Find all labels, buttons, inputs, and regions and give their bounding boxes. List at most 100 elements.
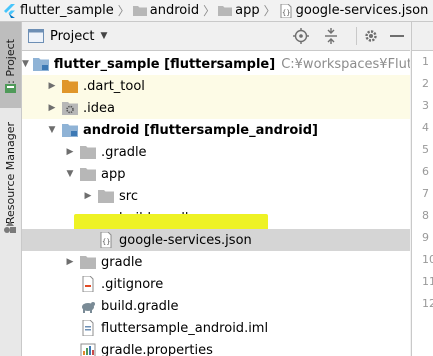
- breadcrumb-item-flutter-sample[interactable]: flutter_sample: [0, 0, 114, 21]
- breadcrumb-label: app: [235, 3, 260, 18]
- project-panel-header: Project ▼: [22, 22, 410, 51]
- breadcrumb-item-app[interactable]: app: [218, 0, 260, 21]
- tab-resource-manager-label: Resource Manager: [4, 121, 17, 225]
- locate-icon[interactable]: [292, 27, 310, 45]
- tree-item-label: .dart_tool: [83, 78, 145, 94]
- json-file-icon: {}: [98, 232, 114, 248]
- breadcrumb-separator-icon: 〉: [117, 4, 130, 18]
- tree-row[interactable]: ▼ android [fluttersample_android]: [22, 119, 410, 141]
- collapse-all-icon[interactable]: [322, 27, 340, 45]
- folder-icon: [218, 6, 233, 16]
- tree-row[interactable]: fluttersample_android.iml: [22, 317, 410, 339]
- iml-file-icon: [80, 320, 96, 336]
- line-number: 5: [422, 143, 429, 156]
- tree-row[interactable]: ▶ src: [22, 185, 410, 207]
- tree-item-label: src: [119, 188, 138, 204]
- settings-icon[interactable]: [362, 27, 380, 45]
- line-number: 12: [422, 297, 433, 310]
- view-selector-label: Project: [50, 28, 95, 44]
- tab-project[interactable]: 1: Project: [0, 22, 21, 108]
- tree-item-label: gradle.properties: [101, 342, 213, 356]
- breadcrumb-label: android: [149, 3, 200, 18]
- breadcrumb: flutter_sample 〉 android 〉 app 〉 {} goog…: [0, 0, 433, 22]
- breadcrumb-label: flutter_sample: [20, 3, 114, 18]
- tree-item-label: flutter_sample [fluttersample]: [53, 56, 276, 72]
- chevron-down-icon: ▼: [100, 31, 108, 41]
- tree-row[interactable]: gradle.properties: [22, 339, 410, 356]
- chevron-right-icon[interactable]: ▶: [64, 256, 76, 268]
- tree-row[interactable]: .gitignore: [22, 273, 410, 295]
- tree-row[interactable]: build.gradle: [22, 295, 410, 317]
- tree-item-label: app: [101, 166, 126, 182]
- chevron-right-icon[interactable]: ▶: [82, 190, 94, 202]
- module-folder-icon: [62, 122, 78, 138]
- line-number: 8: [422, 209, 429, 222]
- gradle-icon: [80, 298, 96, 314]
- orange-folder-icon: [62, 78, 78, 94]
- line-number: 1: [422, 55, 429, 68]
- project-tool-icon: [4, 82, 17, 95]
- resource-manager-icon: [3, 220, 17, 234]
- chevron-down-icon[interactable]: ▼: [22, 58, 29, 70]
- tree-item-label: .gitignore: [101, 276, 164, 292]
- settings-folder-icon: [62, 100, 78, 116]
- line-number: 6: [422, 165, 429, 178]
- breadcrumb-separator-icon: 〉: [203, 4, 216, 18]
- tree-item-label: .gradle: [101, 144, 147, 160]
- tree-item-label: gradle: [101, 254, 143, 270]
- tree-item-label: .idea: [83, 100, 115, 116]
- breadcrumb-item-android[interactable]: android: [132, 0, 200, 21]
- line-number: 10: [422, 253, 433, 266]
- editor-gutter: 1 2 3 4 5 6 7 8 9 10 11 12: [411, 22, 433, 356]
- line-number: 11: [422, 275, 433, 288]
- breadcrumb-separator-icon: 〉: [263, 4, 276, 18]
- tree-row[interactable]: ▼ app: [22, 163, 410, 185]
- chevron-right-icon[interactable]: ▶: [46, 80, 58, 92]
- header-divider: [356, 27, 357, 45]
- flutter-icon: [4, 3, 15, 18]
- line-number: 9: [422, 231, 429, 244]
- breadcrumb-item-google-services[interactable]: {} google-services.json: [279, 0, 429, 21]
- folder-icon: [132, 6, 147, 16]
- line-number: 3: [422, 99, 429, 112]
- json-file-icon: {}: [280, 3, 292, 18]
- left-tool-stripe: 1: Project Resource Manager: [0, 22, 22, 356]
- tree-row[interactable]: ▶ gradle: [22, 251, 410, 273]
- project-view-icon: [28, 29, 44, 43]
- view-selector[interactable]: Project ▼: [28, 26, 107, 46]
- tree-item-label: google-services.json: [119, 232, 252, 248]
- tree-row[interactable]: ▼ flutter_sample [fluttersample] C:¥worksp…: [22, 53, 410, 75]
- tree-row[interactable]: ▶ .idea: [22, 97, 410, 119]
- breadcrumb-label: google-services.json: [295, 3, 429, 18]
- module-folder-icon: [32, 56, 49, 72]
- chevron-down-icon[interactable]: ▼: [46, 124, 58, 136]
- tab-resource-manager[interactable]: Resource Manager: [0, 118, 21, 228]
- folder-icon: [80, 144, 96, 160]
- line-number: 4: [422, 121, 429, 134]
- project-panel: Project ▼ ▼ flutter_sample [fluttersampl…: [22, 22, 410, 356]
- properties-icon: [80, 342, 96, 356]
- folder-icon: [80, 166, 96, 182]
- tree-item-label: android [fluttersample_android]: [83, 122, 318, 138]
- editor-tab-strip: [412, 22, 433, 51]
- folder-icon: [80, 254, 96, 270]
- line-number: 2: [422, 77, 429, 90]
- folder-icon: [98, 188, 114, 204]
- tree-item-path: C:¥workspaces¥FlutterProjects¥f: [281, 56, 410, 72]
- chevron-down-icon[interactable]: ▼: [64, 168, 76, 180]
- chevron-right-icon[interactable]: ▶: [64, 146, 76, 158]
- tree-row[interactable]: ▶ .gradle: [22, 141, 410, 163]
- svg-text:{}: {}: [102, 238, 110, 246]
- svg-text:{}: {}: [282, 9, 290, 17]
- line-number: 7: [422, 187, 429, 200]
- hide-icon[interactable]: [388, 27, 406, 45]
- chevron-right-icon[interactable]: ▶: [46, 102, 58, 114]
- tree-item-label: fluttersample_android.iml: [101, 320, 269, 336]
- tree-row[interactable]: ▶ .dart_tool: [22, 75, 410, 97]
- tree-row[interactable]: {} google-services.json: [22, 229, 410, 251]
